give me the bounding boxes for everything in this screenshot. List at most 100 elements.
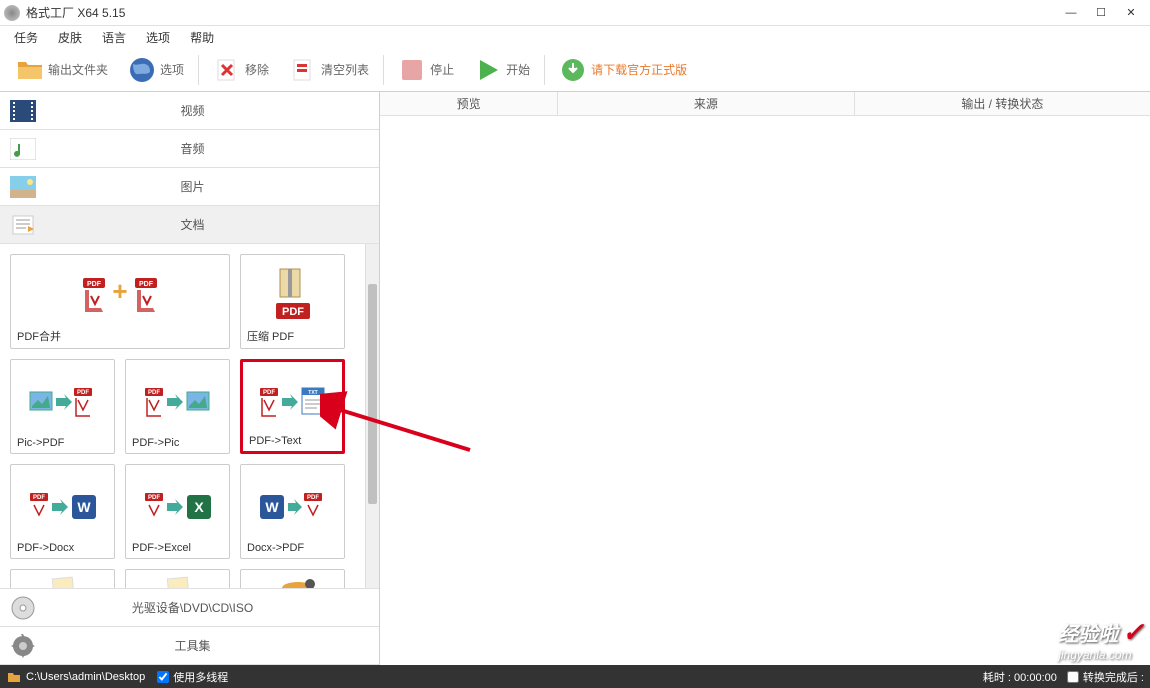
statusbar-right: 耗时 : 00:00:00 转换完成后 : (983, 669, 1144, 685)
sidebar: 视频 音频 图片 文档 (0, 92, 380, 665)
output-folder-label: 输出文件夹 (48, 61, 108, 78)
play-icon (474, 56, 502, 84)
category-image-label: 图片 (46, 178, 379, 195)
gear-icon (8, 633, 38, 659)
category-video[interactable]: 视频 (0, 92, 379, 130)
svg-text:PDF: PDF (263, 390, 275, 396)
image-icon (8, 174, 38, 200)
download-official-button[interactable]: 请下载官方正式版 (553, 53, 693, 87)
scrollbar-thumb[interactable] (368, 284, 377, 504)
globe-icon (128, 56, 156, 84)
after-convert-label: 转换完成后 : (1083, 669, 1144, 685)
folder-small-icon[interactable] (6, 669, 22, 685)
pdf-to-docx-icon: PDF W (15, 473, 110, 540)
audio-icon (8, 136, 38, 162)
column-output-status[interactable]: 输出 / 转换状态 (855, 92, 1150, 115)
tile-pic-to-pdf-label: Pic->PDF (15, 435, 110, 449)
stop-label: 停止 (430, 61, 454, 78)
tile-partial-3[interactable] (240, 569, 345, 588)
disc-icon (8, 595, 38, 621)
menu-language[interactable]: 语言 (92, 27, 136, 48)
task-list-body (380, 116, 1150, 665)
tile-pdf-merge[interactable]: PDF + PDF PDF合并 (10, 254, 230, 349)
remove-button[interactable]: 移除 (207, 53, 275, 87)
watermark-main: 经验啦 (1058, 624, 1118, 646)
tile-compress-pdf[interactable]: PDF 压缩 PDF (240, 254, 345, 349)
partial-icon-2 (130, 576, 225, 588)
tile-compress-pdf-label: 压缩 PDF (245, 326, 340, 344)
category-audio[interactable]: 音频 (0, 130, 379, 168)
multithread-checkbox[interactable]: 使用多线程 (157, 669, 228, 685)
pdf-merge-icon: PDF + PDF (15, 263, 225, 326)
partial-icon-3 (245, 576, 340, 588)
column-preview[interactable]: 预览 (380, 92, 558, 115)
tile-pdf-to-docx-label: PDF->Docx (15, 540, 110, 554)
after-convert-checkbox-input[interactable] (1067, 671, 1079, 683)
tile-pdf-to-text[interactable]: PDF TXT PDF->Text (240, 359, 345, 454)
clear-list-button[interactable]: 清空列表 (283, 53, 375, 87)
menu-help[interactable]: 帮助 (180, 27, 224, 48)
separator (383, 55, 384, 85)
download-globe-icon (559, 56, 587, 84)
category-audio-label: 音频 (46, 140, 379, 157)
app-icon (4, 5, 20, 21)
folder-icon (16, 56, 44, 84)
svg-text:W: W (265, 499, 279, 515)
multithread-label: 使用多线程 (173, 669, 228, 685)
tile-pdf-to-pic[interactable]: PDF PDF->Pic (125, 359, 230, 454)
pdf-to-pic-icon: PDF (130, 368, 225, 435)
stop-button[interactable]: 停止 (392, 53, 460, 87)
main-area: 视频 音频 图片 文档 (0, 92, 1150, 665)
menubar: 任务 皮肤 语言 选项 帮助 (0, 26, 1150, 48)
stop-icon (398, 56, 426, 84)
svg-text:PDF: PDF (282, 306, 304, 318)
tile-pdf-to-excel-label: PDF->Excel (130, 540, 225, 554)
pdf-to-text-icon: PDF TXT (247, 370, 338, 433)
start-button[interactable]: 开始 (468, 53, 536, 87)
bottom-categories: 光驱设备\DVD\CD\ISO 工具集 (0, 588, 379, 665)
tile-partial-2[interactable] (125, 569, 230, 588)
toolbar: 输出文件夹 选项 移除 清空列表 停止 开始 请下载官方正 (0, 48, 1150, 92)
clear-list-label: 清空列表 (321, 61, 369, 78)
tile-pdf-to-excel[interactable]: PDF X PDF->Excel (125, 464, 230, 559)
tile-pdf-to-docx[interactable]: PDF W PDF->Docx (10, 464, 115, 559)
category-tools[interactable]: 工具集 (0, 627, 379, 665)
output-path[interactable]: C:\Users\admin\Desktop (26, 671, 145, 683)
menu-task[interactable]: 任务 (4, 27, 48, 48)
category-video-label: 视频 (46, 102, 379, 119)
pic-to-pdf-icon: PDF (15, 368, 110, 435)
close-button[interactable]: ✕ (1116, 3, 1146, 23)
window-title: 格式工厂 X64 5.15 (26, 4, 1056, 21)
svg-text:PDF: PDF (307, 495, 319, 501)
output-folder-button[interactable]: 输出文件夹 (10, 53, 114, 87)
category-tools-label: 工具集 (46, 637, 379, 654)
column-source[interactable]: 来源 (558, 92, 854, 115)
pdf-to-excel-icon: PDF X (130, 473, 225, 540)
multithread-checkbox-input[interactable] (157, 671, 169, 683)
category-document-label: 文档 (46, 216, 379, 233)
options-label: 选项 (160, 61, 184, 78)
tile-partial-1[interactable] (10, 569, 115, 588)
tile-pdf-to-pic-label: PDF->Pic (130, 435, 225, 449)
separator (544, 55, 545, 85)
menu-skin[interactable]: 皮肤 (48, 27, 92, 48)
sidebar-scrollbar[interactable] (365, 244, 379, 588)
after-convert-checkbox[interactable]: 转换完成后 : (1067, 669, 1144, 685)
tile-docx-to-pdf[interactable]: W PDF Docx->PDF (240, 464, 345, 559)
svg-text:PDF: PDF (148, 495, 160, 501)
maximize-button[interactable]: ☐ (1086, 3, 1116, 23)
menu-options[interactable]: 选项 (136, 27, 180, 48)
category-image[interactable]: 图片 (0, 168, 379, 206)
category-document[interactable]: 文档 (0, 206, 379, 244)
clear-icon (289, 56, 317, 84)
options-button[interactable]: 选项 (122, 53, 190, 87)
docx-to-pdf-icon: W PDF (245, 473, 340, 540)
separator (198, 55, 199, 85)
minimize-button[interactable]: — (1056, 3, 1086, 23)
category-optical[interactable]: 光驱设备\DVD\CD\ISO (0, 589, 379, 627)
remove-label: 移除 (245, 61, 269, 78)
compress-pdf-icon: PDF (245, 263, 340, 326)
tile-pic-to-pdf[interactable]: PDF Pic->PDF (10, 359, 115, 454)
document-tiles-grid: PDF + PDF PDF合并 PDF (0, 244, 379, 588)
remove-icon (213, 56, 241, 84)
